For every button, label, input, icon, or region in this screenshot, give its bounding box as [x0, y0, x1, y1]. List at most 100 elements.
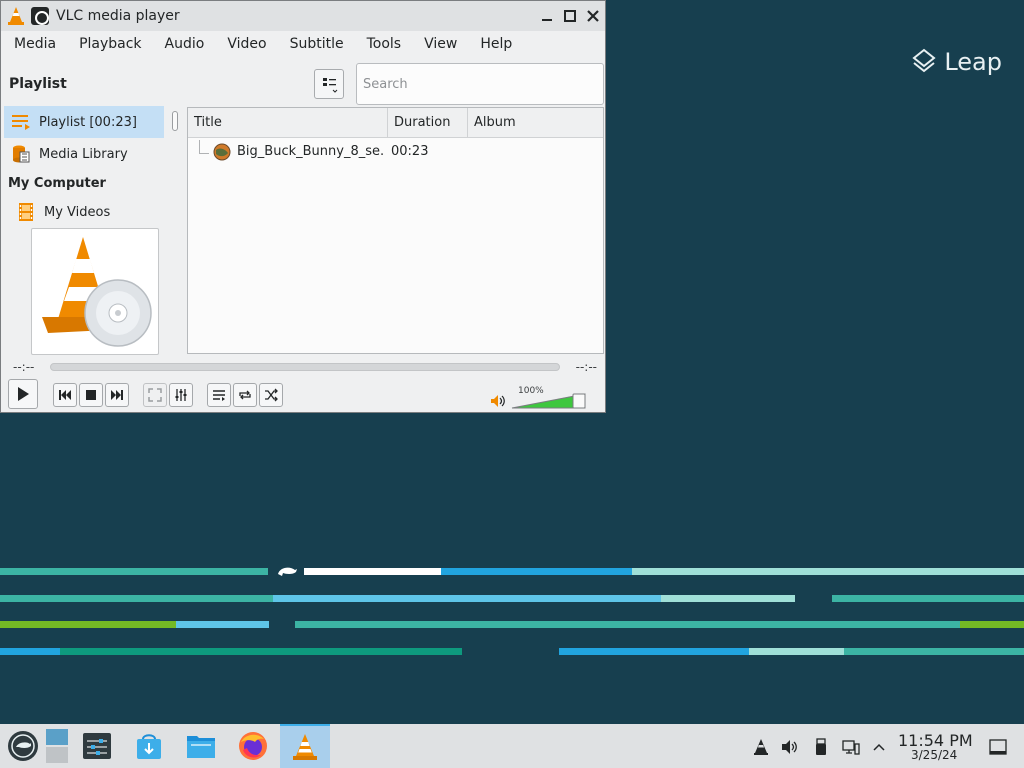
stripe [0, 621, 176, 628]
clock-date[interactable]: 3/25/24 [911, 748, 957, 762]
taskbar-launcher[interactable] [0, 724, 46, 768]
row-duration: 00:23 [391, 144, 429, 159]
menu-media[interactable]: Media [1, 36, 66, 52]
stripe [559, 648, 749, 655]
leap-diamond-icon [912, 48, 936, 73]
scrollbar-thumb[interactable] [172, 111, 178, 131]
shuffle-icon [265, 388, 278, 402]
taskbar-system-settings[interactable] [74, 724, 120, 768]
discover-store-icon [137, 734, 161, 759]
pager-icon [46, 729, 68, 763]
previous-icon [59, 390, 71, 400]
sidebar-section-my-computer: My Computer [8, 176, 106, 191]
window-title: VLC media player [56, 8, 180, 24]
sidebar-item-playlist[interactable]: Playlist [00:23] [4, 106, 164, 138]
vlc-window: VLC media player Media Playback Audio Vi… [0, 0, 606, 413]
show-hidden-icon[interactable] [870, 738, 888, 756]
close-icon [587, 10, 599, 22]
chameleon-icon [278, 567, 297, 576]
show-desktop-icon[interactable] [989, 738, 1007, 756]
sidebar-item-label: My Videos [44, 204, 111, 220]
column-album[interactable]: Album [468, 108, 603, 138]
fullscreen-icon [148, 388, 162, 402]
usb-device-icon[interactable] [812, 738, 830, 756]
extended-settings-button[interactable] [169, 383, 193, 407]
taskbar: 11:54 PM 3/25/24 [0, 724, 1024, 768]
fullscreen-button[interactable] [143, 383, 167, 407]
column-title[interactable]: Title [188, 108, 388, 138]
leap-logo: Leap [912, 48, 1002, 76]
stripe [960, 621, 1024, 628]
menu-view[interactable]: View [411, 36, 467, 52]
volume-speaker-icon[interactable] [490, 394, 506, 408]
play-button[interactable] [8, 379, 38, 409]
vlc-cone-icon [8, 7, 24, 25]
play-icon [18, 387, 29, 401]
search-input[interactable] [356, 63, 604, 105]
loop-button[interactable] [233, 383, 257, 407]
playlist-table: Title Duration Album Big_Buck_Bunny_8_se… [187, 107, 604, 354]
playlist-icon [12, 115, 30, 130]
column-duration[interactable]: Duration [388, 108, 468, 138]
stripe [0, 648, 60, 655]
menu-tools[interactable]: Tools [354, 36, 412, 52]
minimize-icon [542, 19, 552, 21]
previous-button[interactable] [53, 383, 77, 407]
next-button[interactable] [105, 383, 129, 407]
menubar: Media Playback Audio Video Subtitle Tool… [1, 31, 605, 57]
volume-slider[interactable] [511, 387, 587, 409]
menu-video[interactable]: Video [214, 36, 276, 52]
playlist-heading: Playlist [9, 76, 67, 92]
close-button[interactable] [583, 6, 603, 26]
view-mode-button[interactable] [314, 69, 344, 99]
keep-above-icon[interactable] [31, 7, 49, 25]
stripe [273, 595, 661, 602]
vlc-tray-icon[interactable] [752, 738, 770, 756]
stripe [60, 648, 462, 655]
stop-icon [86, 390, 96, 400]
window-titlebar[interactable]: VLC media player [1, 1, 605, 31]
maximize-button[interactable] [560, 6, 580, 26]
table-row[interactable]: Big_Buck_Bunny_8_se... 00:23 [188, 138, 603, 166]
taskbar-firefox[interactable] [230, 724, 276, 768]
menu-subtitle[interactable]: Subtitle [277, 36, 354, 52]
vlc-cone-disc-icon [42, 237, 152, 347]
sidebar-item-my-videos[interactable]: My Videos [9, 196, 164, 228]
stop-button[interactable] [79, 383, 103, 407]
tree-branch [199, 140, 209, 154]
media-library-icon [13, 145, 30, 163]
loop-icon [239, 390, 251, 400]
menu-audio[interactable]: Audio [152, 36, 215, 52]
menu-playback[interactable]: Playback [66, 36, 151, 52]
table-header: Title Duration Album [188, 108, 603, 138]
playlist-toggle-icon [213, 390, 225, 401]
shuffle-button[interactable] [259, 383, 283, 407]
stripe [749, 648, 844, 655]
sidebar-scrollbar[interactable] [166, 106, 186, 228]
menu-help[interactable]: Help [467, 36, 522, 52]
stripe [0, 568, 268, 575]
taskbar-file-manager[interactable] [178, 724, 224, 768]
opensuse-launcher-icon [8, 731, 38, 761]
taskbar-discover[interactable] [126, 724, 172, 768]
seek-slider[interactable] [50, 363, 560, 371]
album-art [31, 228, 159, 355]
toggle-playlist-button[interactable] [207, 383, 231, 407]
film-icon [19, 203, 33, 221]
sidebar-item-media-library[interactable]: Media Library [4, 138, 164, 170]
volume-tray-icon[interactable] [781, 738, 799, 756]
media-file-icon [213, 143, 231, 161]
stripe [0, 595, 273, 602]
file-manager-icon [187, 736, 215, 758]
playlist-header: Playlist [1, 61, 605, 107]
minimize-button[interactable] [537, 6, 557, 26]
system-settings-icon [83, 733, 111, 759]
network-icon[interactable] [842, 738, 860, 756]
total-time: --:-- [575, 360, 597, 374]
firefox-icon [239, 732, 267, 760]
taskbar-pager[interactable] [44, 724, 70, 768]
taskbar-vlc[interactable] [280, 724, 330, 768]
stripe [661, 595, 795, 602]
stripe [176, 621, 269, 628]
sidebar-item-label: Media Library [39, 146, 128, 162]
